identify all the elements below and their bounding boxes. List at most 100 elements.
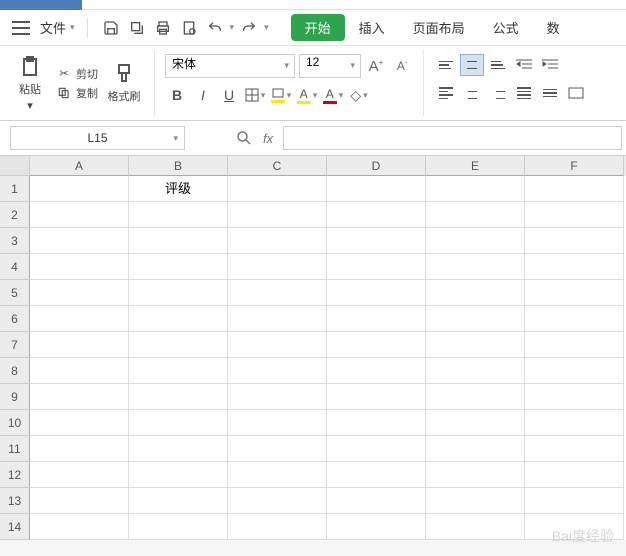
font-size-select[interactable]: 12 bbox=[299, 54, 361, 78]
cell[interactable] bbox=[228, 384, 327, 410]
font-color-button[interactable]: A▾ bbox=[321, 84, 345, 106]
save-icon[interactable] bbox=[100, 17, 122, 39]
cell[interactable] bbox=[129, 462, 228, 488]
cell[interactable] bbox=[426, 488, 525, 514]
cell[interactable] bbox=[426, 358, 525, 384]
align-left-button[interactable] bbox=[434, 82, 458, 104]
merge-button[interactable] bbox=[564, 82, 588, 104]
distribute-button[interactable] bbox=[538, 82, 562, 104]
cell[interactable] bbox=[327, 254, 426, 280]
cell[interactable] bbox=[327, 176, 426, 202]
cell[interactable] bbox=[129, 514, 228, 540]
cell[interactable] bbox=[129, 254, 228, 280]
indent-decrease-button[interactable] bbox=[512, 54, 536, 76]
cell[interactable] bbox=[525, 462, 624, 488]
cell[interactable] bbox=[228, 514, 327, 540]
col-header-D[interactable]: D bbox=[327, 156, 426, 176]
cell[interactable] bbox=[30, 358, 129, 384]
hamburger-icon[interactable] bbox=[12, 21, 30, 35]
tab-home[interactable]: 开始 bbox=[291, 14, 345, 41]
align-middle-button[interactable] bbox=[460, 54, 484, 76]
cell[interactable] bbox=[228, 176, 327, 202]
tab-formula[interactable]: 公式 bbox=[479, 14, 533, 41]
cell[interactable] bbox=[30, 332, 129, 358]
cell[interactable] bbox=[129, 280, 228, 306]
cell[interactable] bbox=[129, 436, 228, 462]
cell[interactable] bbox=[525, 306, 624, 332]
cell[interactable] bbox=[228, 228, 327, 254]
cell[interactable] bbox=[228, 332, 327, 358]
align-center-button[interactable] bbox=[460, 82, 484, 104]
cell[interactable] bbox=[228, 202, 327, 228]
cell[interactable] bbox=[30, 306, 129, 332]
cell[interactable] bbox=[228, 488, 327, 514]
col-header-E[interactable]: E bbox=[426, 156, 525, 176]
row-header[interactable]: 3 bbox=[0, 228, 30, 254]
formula-input[interactable] bbox=[283, 126, 622, 150]
cell[interactable] bbox=[525, 176, 624, 202]
align-justify-button[interactable] bbox=[512, 82, 536, 104]
redo-dropdown-icon[interactable]: ▾ bbox=[264, 22, 269, 33]
col-header-A[interactable]: A bbox=[30, 156, 129, 176]
print-icon[interactable] bbox=[152, 17, 174, 39]
cell[interactable] bbox=[426, 436, 525, 462]
paste-button[interactable]: 粘贴 ▾ bbox=[10, 52, 50, 114]
fill-color-button[interactable]: ▾ bbox=[269, 84, 293, 106]
cell[interactable] bbox=[129, 384, 228, 410]
cell[interactable] bbox=[129, 358, 228, 384]
cell[interactable] bbox=[327, 488, 426, 514]
row-header[interactable]: 6 bbox=[0, 306, 30, 332]
cell[interactable] bbox=[228, 410, 327, 436]
copy-button[interactable]: 复制 bbox=[56, 85, 98, 101]
undo-icon[interactable] bbox=[204, 17, 226, 39]
cell[interactable] bbox=[228, 254, 327, 280]
font-name-select[interactable]: 宋体 bbox=[165, 54, 295, 78]
cell[interactable] bbox=[30, 384, 129, 410]
output-icon[interactable] bbox=[126, 17, 148, 39]
cell[interactable] bbox=[426, 254, 525, 280]
cell[interactable] bbox=[327, 410, 426, 436]
cell[interactable] bbox=[30, 280, 129, 306]
align-bottom-button[interactable] bbox=[486, 54, 510, 76]
row-header[interactable]: 11 bbox=[0, 436, 30, 462]
cell[interactable] bbox=[228, 436, 327, 462]
cell[interactable] bbox=[30, 254, 129, 280]
tab-data[interactable]: 数 bbox=[533, 14, 574, 41]
row-header[interactable]: 4 bbox=[0, 254, 30, 280]
cell[interactable] bbox=[30, 488, 129, 514]
cell[interactable] bbox=[129, 332, 228, 358]
cell[interactable] bbox=[30, 410, 129, 436]
row-header[interactable]: 7 bbox=[0, 332, 30, 358]
row-header[interactable]: 5 bbox=[0, 280, 30, 306]
row-header[interactable]: 10 bbox=[0, 410, 30, 436]
print-preview-icon[interactable] bbox=[178, 17, 200, 39]
cell[interactable] bbox=[327, 306, 426, 332]
cell[interactable] bbox=[327, 202, 426, 228]
highlight-button[interactable]: A▾ bbox=[295, 84, 319, 106]
row-header[interactable]: 9 bbox=[0, 384, 30, 410]
row-header[interactable]: 13 bbox=[0, 488, 30, 514]
indent-increase-button[interactable] bbox=[538, 54, 562, 76]
cell[interactable] bbox=[426, 202, 525, 228]
cell[interactable] bbox=[525, 384, 624, 410]
italic-button[interactable]: I bbox=[191, 84, 215, 106]
search-fx-icon[interactable] bbox=[235, 129, 253, 147]
cell[interactable] bbox=[129, 410, 228, 436]
cell[interactable] bbox=[426, 410, 525, 436]
cell[interactable] bbox=[30, 514, 129, 540]
cell[interactable] bbox=[327, 436, 426, 462]
active-doc-tab[interactable] bbox=[0, 0, 82, 10]
cell[interactable] bbox=[525, 358, 624, 384]
cell[interactable] bbox=[426, 384, 525, 410]
cell[interactable] bbox=[525, 202, 624, 228]
align-top-button[interactable] bbox=[434, 54, 458, 76]
increase-font-button[interactable]: A+ bbox=[365, 55, 387, 77]
select-all-corner[interactable] bbox=[0, 156, 30, 176]
cell[interactable] bbox=[228, 280, 327, 306]
cell[interactable] bbox=[327, 280, 426, 306]
underline-button[interactable]: U bbox=[217, 84, 241, 106]
cell[interactable] bbox=[525, 228, 624, 254]
decrease-font-button[interactable]: A- bbox=[391, 55, 413, 77]
cell[interactable] bbox=[525, 488, 624, 514]
cell[interactable] bbox=[327, 358, 426, 384]
